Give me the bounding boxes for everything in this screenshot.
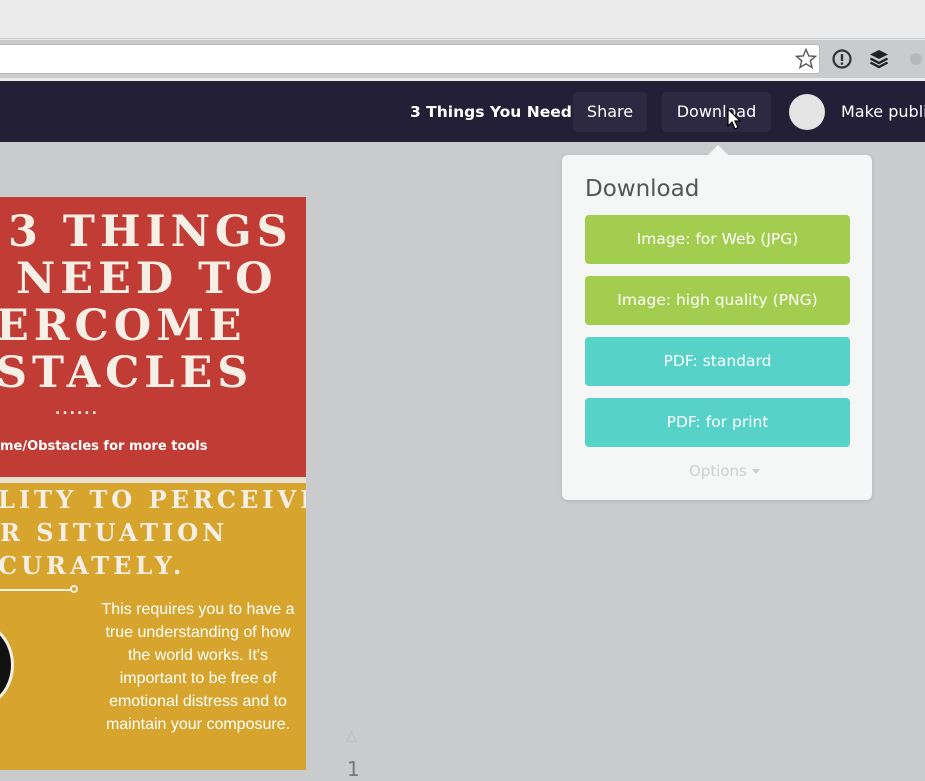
body-text: This requires you to have a true underst…: [101, 601, 295, 733]
extension-dot-icon[interactable]: [905, 48, 925, 70]
buffer-layers-icon[interactable]: [868, 48, 890, 70]
address-bar[interactable]: [0, 44, 820, 74]
caret-down-icon: [751, 469, 760, 474]
divider-line: [0, 589, 72, 591]
decorative-dots: ......: [55, 402, 99, 418]
subhead-line-3: CURATELY.: [0, 551, 186, 580]
download-pdf-print-button[interactable]: PDF: for print: [585, 398, 850, 447]
download-pdf-standard-button[interactable]: PDF: standard: [585, 337, 850, 386]
download-popover: [562, 155, 872, 500]
tagline: me/Obstacles for more tools: [0, 439, 208, 454]
bookmark-star-icon[interactable]: [794, 47, 818, 71]
tab-strip-border: [0, 38, 925, 39]
subhead-line-1: LITY TO PERCEIVE: [0, 485, 306, 514]
mouse-pointer-icon: [727, 108, 742, 130]
download-jpg-button[interactable]: Image: for Web (JPG): [585, 215, 850, 264]
page-number: 1: [347, 757, 360, 781]
headline-line-4: STACLES: [0, 348, 254, 398]
popover-arrow: [707, 145, 729, 156]
headline-line-2: NEED TO: [16, 254, 278, 304]
document-title[interactable]: 3 Things You Need: [410, 101, 572, 123]
options-toggle[interactable]: Options: [689, 461, 760, 481]
headline-line-3: ERCOME: [0, 301, 247, 351]
browser-tab-strip: [0, 0, 925, 40]
share-button[interactable]: Share: [573, 92, 647, 132]
subhead-line-2: R SITUATION: [0, 518, 229, 547]
extension-info-icon[interactable]: [831, 48, 853, 70]
headline-line-1: 3 THINGS: [8, 207, 293, 257]
download-button[interactable]: Download: [662, 92, 771, 132]
page-up-icon[interactable]: △: [346, 728, 364, 746]
popover-title: Download: [585, 176, 700, 202]
avatar[interactable]: [789, 94, 825, 130]
design-canvas[interactable]: 3 THINGS NEED TO ERCOME STACLES ...... m…: [0, 197, 306, 770]
divider-dot: [70, 585, 78, 593]
options-label: Options: [689, 462, 747, 480]
make-public-button[interactable]: Make publi: [841, 101, 925, 123]
download-png-button[interactable]: Image: high quality (PNG): [585, 276, 850, 325]
